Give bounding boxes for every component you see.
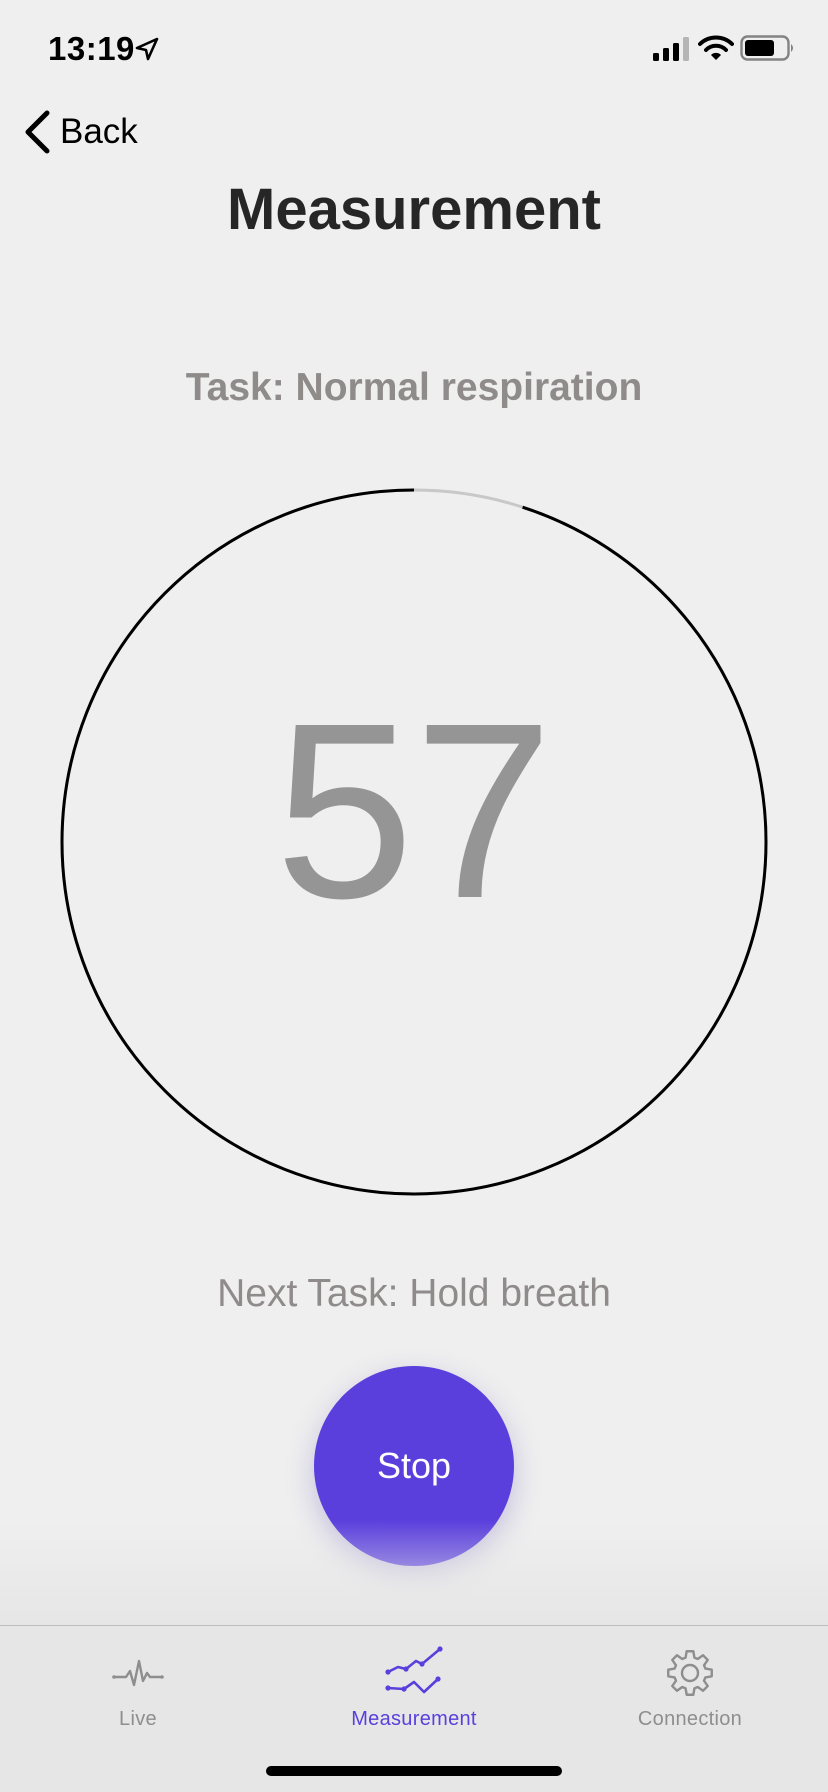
measurement-screen: 13:19 Back Measurement Task: Normal resp…	[0, 0, 828, 1792]
page-title: Measurement	[227, 177, 601, 242]
battery-icon	[740, 35, 793, 61]
back-button[interactable]: Back	[22, 106, 138, 158]
tab-label-measurement: Measurement	[351, 1708, 477, 1730]
wifi-icon	[698, 35, 734, 60]
chevron-left-icon	[25, 110, 50, 154]
status-bar: 13:19	[0, 0, 828, 100]
cellular-signal-icon	[653, 37, 689, 61]
status-time: 13:19	[48, 30, 135, 67]
location-arrow-icon	[135, 37, 159, 61]
tab-bar-fade	[0, 1520, 828, 1626]
gear-icon	[667, 1650, 713, 1696]
tab-live[interactable]: Live	[0, 1626, 276, 1746]
timer-countdown-value: 57	[274, 671, 554, 950]
home-indicator	[266, 1766, 562, 1776]
tab-connection[interactable]: Connection	[552, 1626, 828, 1746]
next-task-label: Next Task: Hold breath	[217, 1272, 611, 1315]
line-chart-icon	[385, 1646, 443, 1694]
back-label: Back	[60, 112, 138, 151]
tab-measurement[interactable]: Measurement	[276, 1626, 552, 1746]
tab-label-connection: Connection	[637, 1708, 743, 1730]
current-task-label: Task: Normal respiration	[185, 366, 643, 409]
heartbeat-icon	[112, 1659, 164, 1687]
tab-label-live: Live	[119, 1708, 157, 1730]
